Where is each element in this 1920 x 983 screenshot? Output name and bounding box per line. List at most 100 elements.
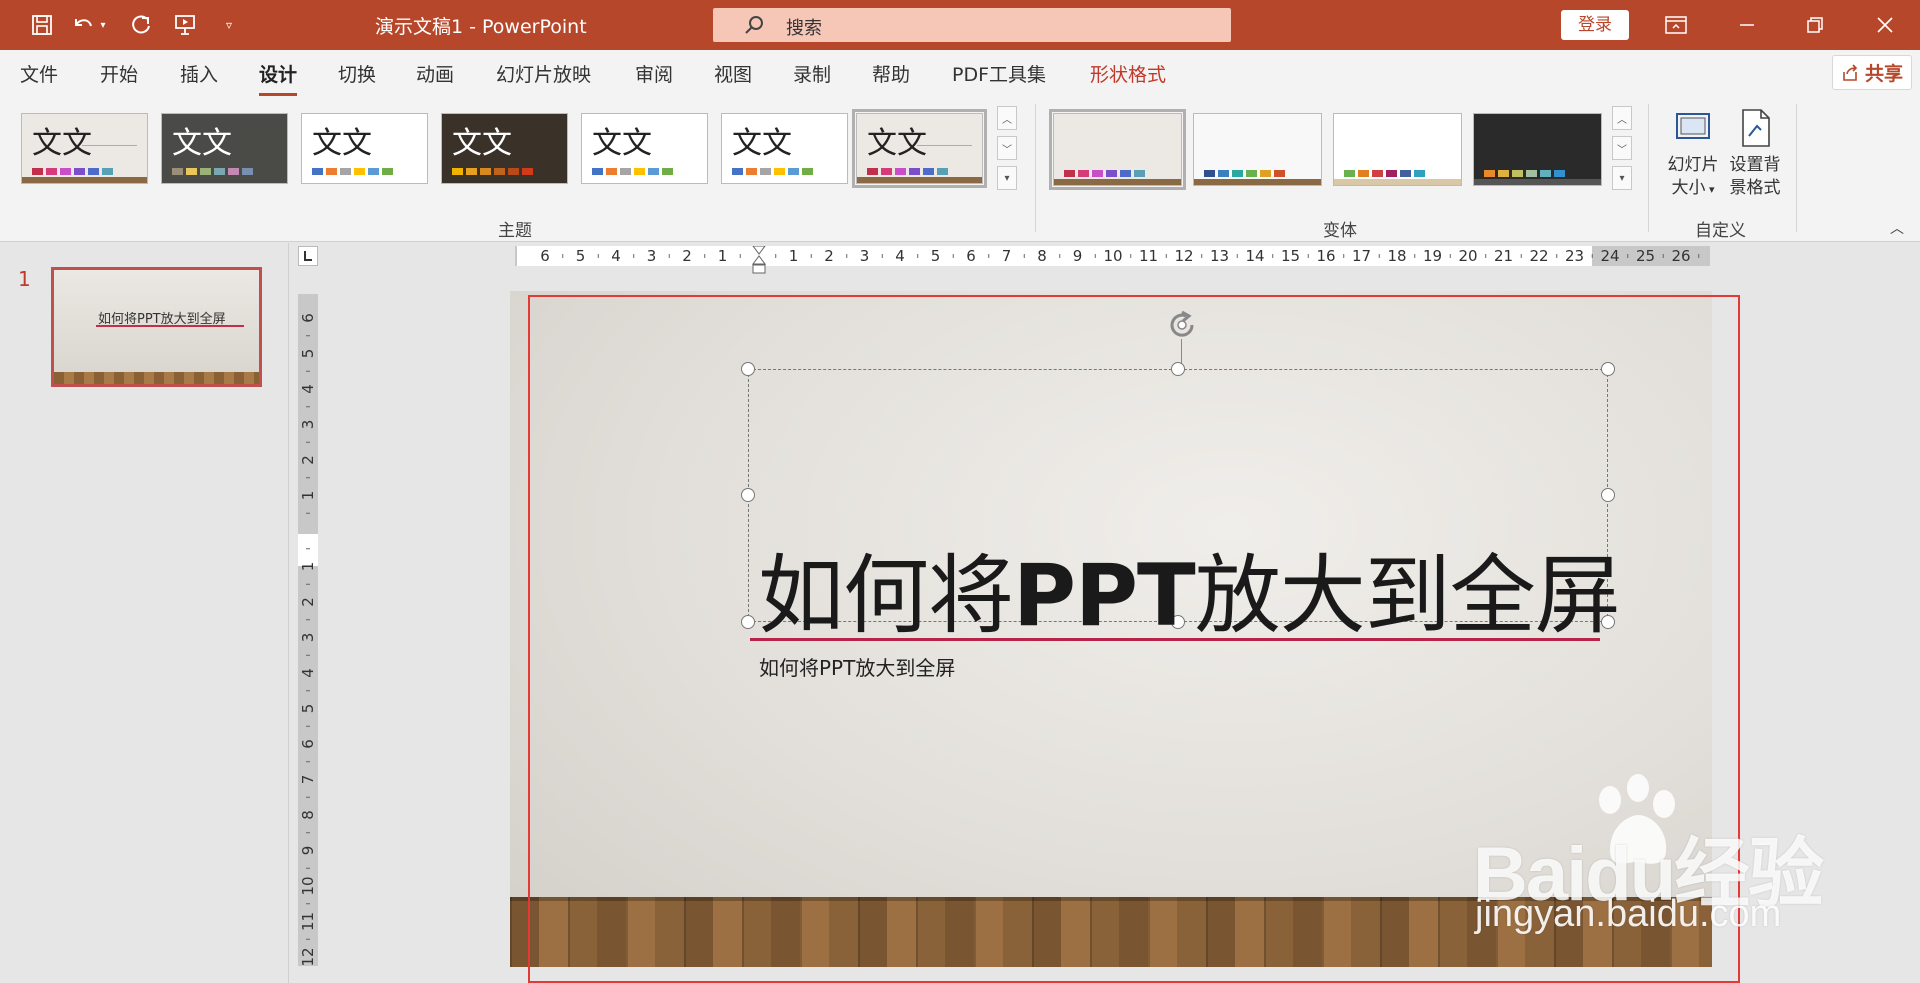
- tab-animations[interactable]: 动画: [416, 60, 454, 87]
- resize-handle-top-left[interactable]: [741, 362, 755, 376]
- share-button[interactable]: 共享: [1832, 55, 1912, 90]
- vertical-ruler-ticks: 654321123456789101112: [299, 313, 317, 966]
- format-background-label: 设置背: [1729, 155, 1781, 175]
- tab-review[interactable]: 审阅: [635, 60, 673, 87]
- slide-title[interactable]: 如何将PPT放大到全屏: [758, 525, 1621, 650]
- thumbnail-accent-line: [96, 325, 244, 327]
- variant-thumbnail[interactable]: [1049, 109, 1186, 190]
- theme-thumbnail[interactable]: 文文: [581, 113, 708, 184]
- color-swatch: [522, 168, 533, 175]
- indent-marker-icon[interactable]: [751, 246, 767, 276]
- undo-dropdown-icon[interactable]: ▾: [96, 10, 110, 40]
- theme-thumbnail[interactable]: 文文: [852, 109, 987, 188]
- variant-thumbnail[interactable]: [1193, 113, 1322, 186]
- themes-more-icon[interactable]: ▾: [997, 166, 1017, 190]
- tab-shape-format[interactable]: 形状格式: [1090, 60, 1166, 87]
- close-icon[interactable]: [1870, 10, 1900, 40]
- ruler-tick-label: 11: [1139, 247, 1158, 265]
- ruler-tick-label: 11: [299, 912, 317, 931]
- color-swatch: [620, 168, 631, 175]
- customize-toolbar-icon[interactable]: ▿: [214, 10, 244, 40]
- color-swatch: [648, 168, 659, 175]
- theme-thumbnail[interactable]: 文文: [21, 113, 148, 184]
- variants-scroll-down-icon[interactable]: ﹀: [1612, 136, 1632, 160]
- tab-slideshow[interactable]: 幻灯片放映: [496, 60, 591, 87]
- resize-handle-top-right[interactable]: [1601, 362, 1615, 376]
- variants-more-icon[interactable]: ▾: [1612, 166, 1632, 190]
- minimize-icon[interactable]: [1732, 10, 1762, 40]
- themes-scroll-up-icon[interactable]: ︿: [997, 106, 1017, 130]
- redo-icon[interactable]: [126, 10, 156, 40]
- login-button[interactable]: 登录: [1561, 10, 1629, 40]
- search-input[interactable]: 搜索: [713, 8, 1231, 42]
- format-background-button[interactable]: 设置背 景格式: [1727, 106, 1783, 200]
- color-swatch: [1218, 170, 1229, 177]
- theme-thumbnail[interactable]: 文文: [301, 113, 428, 184]
- present-from-start-icon[interactable]: [170, 10, 200, 40]
- tab-pdf-tools[interactable]: PDF工具集: [952, 60, 1046, 87]
- tab-help[interactable]: 帮助: [872, 60, 910, 87]
- tab-stop-selector[interactable]: [298, 246, 318, 266]
- resize-handle-right[interactable]: [1601, 488, 1615, 502]
- variant-thumbnail[interactable]: [1473, 113, 1602, 186]
- theme-sample-text: 文文: [32, 126, 92, 161]
- tab-file[interactable]: 文件: [20, 60, 58, 87]
- ruler-tick-label: 10: [1103, 247, 1122, 265]
- color-swatch: [214, 168, 225, 175]
- color-swatch: [480, 168, 491, 175]
- collapse-ribbon-icon[interactable]: ︿: [1890, 218, 1904, 238]
- color-swatch: [60, 168, 71, 175]
- resize-handle-top[interactable]: [1171, 362, 1185, 376]
- ruler-tick-label: 26: [1671, 247, 1690, 265]
- color-swatch: [340, 168, 351, 175]
- variants-scroll-up-icon[interactable]: ︿: [1612, 106, 1632, 130]
- slide-thumbnail[interactable]: 如何将PPT放大到全屏: [51, 267, 262, 387]
- ruler-tick-label: 24: [1600, 247, 1619, 265]
- color-swatch: [881, 168, 892, 175]
- undo-icon[interactable]: [68, 10, 98, 40]
- ruler-tick-label: 5: [576, 247, 586, 265]
- rotate-handle-icon[interactable]: [1162, 305, 1202, 345]
- save-icon[interactable]: [27, 10, 57, 40]
- ruler-tick-label: 9: [299, 846, 317, 856]
- color-swatch: [200, 168, 211, 175]
- ruler-tick-label: 13: [1210, 247, 1229, 265]
- variant-color-swatches: [1064, 170, 1145, 177]
- theme-floor: [22, 177, 147, 183]
- tab-record[interactable]: 录制: [793, 60, 831, 87]
- theme-thumbnail[interactable]: 文文: [441, 113, 568, 184]
- color-swatch: [1092, 170, 1103, 177]
- variant-floor: [1194, 179, 1321, 185]
- theme-thumbnail[interactable]: 文文: [721, 113, 848, 184]
- resize-handle-bottom-left[interactable]: [741, 615, 755, 629]
- slide-size-button[interactable]: 幻灯片 大小 ▾: [1665, 106, 1721, 201]
- themes-scroll-down-icon[interactable]: ﹀: [997, 136, 1017, 160]
- tab-home[interactable]: 开始: [100, 60, 138, 87]
- horizontal-ruler[interactable]: 6 5 4 3 2 1 1 2 3 4 5 6 7 8 9 10 11 12 13 14 15 16 17 18 19 20 21 2…: [515, 246, 1710, 274]
- tab-insert[interactable]: 插入: [180, 60, 218, 87]
- ribbon-design: 文文 文文 文文 文文 文文 文文 文文 ︿ ﹀ ▾ 主题 ︿ ﹀ ▾ 变体 幻灯片 大小 …: [0, 96, 1920, 242]
- tab-transitions[interactable]: 切换: [338, 60, 376, 87]
- color-swatch: [1246, 170, 1257, 177]
- ruler-tick-label: 16: [1316, 247, 1335, 265]
- slide-subtitle[interactable]: 如何将PPT放大到全屏: [759, 652, 955, 681]
- resize-handle-left[interactable]: [741, 488, 755, 502]
- ruler-tick-label: 25: [1636, 247, 1655, 265]
- variant-thumbnail[interactable]: [1333, 113, 1462, 186]
- restore-icon[interactable]: [1800, 10, 1830, 40]
- ruler-tick-label: 3: [299, 633, 317, 643]
- color-swatch: [382, 168, 393, 175]
- ribbon-display-options-icon[interactable]: [1661, 10, 1691, 40]
- vertical-ruler[interactable]: 6 5 4 3 2 1 1 2 3 4 5 6 7 8 9 10 11 12: [298, 294, 318, 966]
- color-swatch: [774, 168, 785, 175]
- color-swatch: [228, 168, 239, 175]
- color-swatch: [1260, 170, 1271, 177]
- color-swatch: [1372, 170, 1383, 177]
- slide-number: 1: [18, 267, 31, 291]
- tab-view[interactable]: 视图: [714, 60, 752, 87]
- tab-design[interactable]: 设计: [259, 60, 298, 96]
- theme-thumbnail[interactable]: 文文: [161, 113, 288, 184]
- ruler-tick-label: 1: [789, 247, 799, 265]
- ruler-tick-label: 8: [1037, 247, 1047, 265]
- ruler-tick-label: 14: [1245, 247, 1264, 265]
